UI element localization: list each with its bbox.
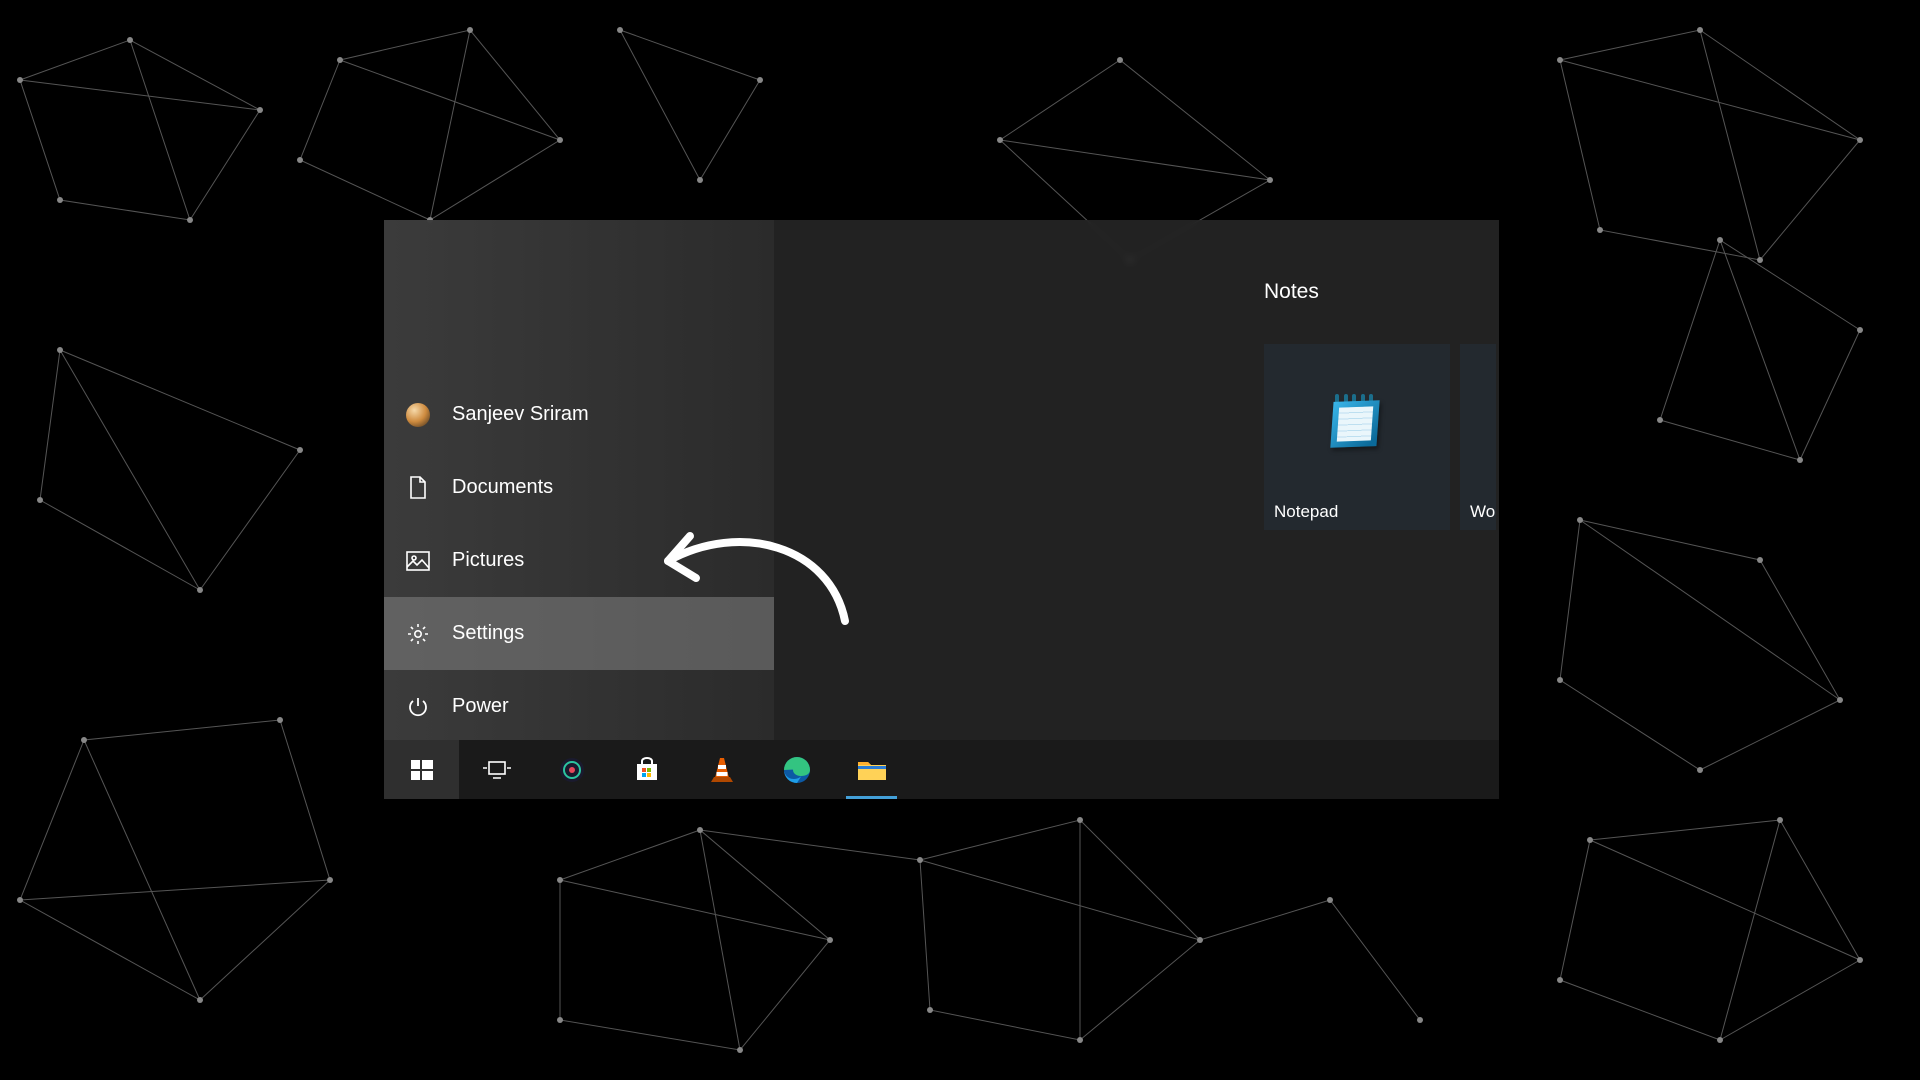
rail-item-label: Settings xyxy=(452,622,524,645)
taskbar-app-file-explorer[interactable] xyxy=(834,740,909,799)
gear-icon xyxy=(406,622,430,646)
taskbar-active-indicator xyxy=(846,796,897,799)
avatar-icon xyxy=(406,403,430,427)
rail-item-label: Documents xyxy=(452,476,553,499)
start-menu-panel: Sanjeev Sriram Documents xyxy=(384,220,1499,799)
task-view-icon xyxy=(483,760,511,780)
windows-icon xyxy=(411,759,433,781)
rail-item-power[interactable]: Power xyxy=(384,670,774,743)
start-tiles-group: Notes Notepad Wo xyxy=(1264,280,1499,530)
start-button[interactable] xyxy=(384,740,459,799)
tile-label: Wo xyxy=(1470,502,1495,522)
taskbar-app-microsoft-store[interactable] xyxy=(609,740,684,799)
rail-item-documents[interactable]: Documents xyxy=(384,451,774,524)
task-view-button[interactable] xyxy=(459,740,534,799)
taskbar xyxy=(384,740,1499,799)
vlc-icon xyxy=(709,756,735,784)
tile-notepad[interactable]: Notepad xyxy=(1264,344,1450,530)
rail-item-user-account[interactable]: Sanjeev Sriram xyxy=(384,378,774,451)
start-menu-left-rail: Sanjeev Sriram Documents xyxy=(384,220,774,740)
tile-label: Notepad xyxy=(1274,502,1338,522)
taskbar-app-edge[interactable] xyxy=(759,740,834,799)
document-icon xyxy=(406,476,430,500)
taskbar-app-vlc[interactable] xyxy=(684,740,759,799)
rail-item-label: Sanjeev Sriram xyxy=(452,403,589,426)
tiles-group-header[interactable]: Notes xyxy=(1264,280,1499,304)
rail-item-label: Pictures xyxy=(452,549,524,572)
file-explorer-icon xyxy=(857,758,887,782)
rail-item-label: Power xyxy=(452,695,509,718)
power-icon xyxy=(406,695,430,719)
rail-item-pictures[interactable]: Pictures xyxy=(384,524,774,597)
tile-wordpad-clipped[interactable]: Wo xyxy=(1460,344,1496,530)
rail-item-settings[interactable]: Settings xyxy=(384,597,774,670)
edge-icon xyxy=(783,756,811,784)
notepad-icon xyxy=(1327,399,1387,451)
saavn-icon xyxy=(559,757,585,783)
picture-icon xyxy=(406,549,430,573)
store-icon xyxy=(633,756,661,784)
taskbar-app-saavn[interactable] xyxy=(534,740,609,799)
